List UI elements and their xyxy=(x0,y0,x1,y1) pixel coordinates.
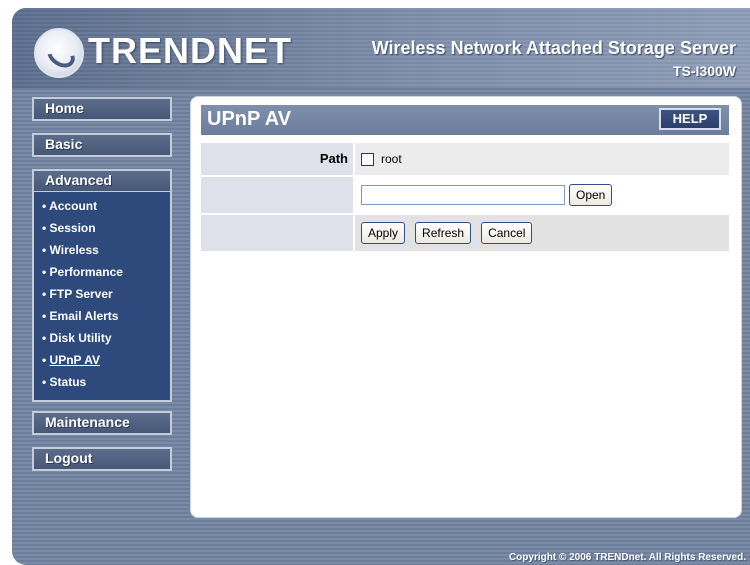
sidebar-item-ftp-server[interactable]: • FTP Server xyxy=(34,283,170,305)
header-banner: TRENDNET Wireless Network Attached Stora… xyxy=(12,8,750,88)
refresh-button[interactable]: Refresh xyxy=(415,222,472,244)
bullet-icon: • xyxy=(42,221,50,235)
sidebar-item-session[interactable]: • Session xyxy=(34,217,170,239)
product-title: Wireless Network Attached Storage Server xyxy=(371,38,736,58)
advanced-submenu-list: • Account • Session • Wireless • Performanc… xyxy=(34,192,170,393)
bullet-icon: • xyxy=(42,375,50,389)
cancel-button[interactable]: Cancel xyxy=(481,222,533,244)
sidebar-item-status[interactable]: • Status xyxy=(34,371,170,393)
sidebar-item-label: Disk Utility xyxy=(49,331,112,345)
nav-basic-button[interactable]: Basic xyxy=(32,133,172,157)
sidebar-item-upnp-av[interactable]: • UPnP AV xyxy=(34,349,170,371)
upnp-form: Path root Open Apply Refresh Cancel xyxy=(201,143,729,251)
action-buttons-cell: Apply Refresh Cancel xyxy=(355,215,729,251)
action-row: Apply Refresh Cancel xyxy=(201,213,729,251)
path-row: Path root xyxy=(201,143,729,175)
sidebar-item-account[interactable]: • Account xyxy=(34,195,170,217)
help-button[interactable]: HELP xyxy=(659,108,721,130)
trendnet-logo-icon xyxy=(34,28,84,78)
action-label-cell xyxy=(201,215,355,251)
app-frame: TRENDNET Wireless Network Attached Stora… xyxy=(12,8,750,565)
sidebar-item-label: Account xyxy=(49,199,98,213)
path-input-label-cell xyxy=(201,177,355,213)
nav-logout-button[interactable]: Logout xyxy=(32,447,172,471)
product-model: TS-I300W xyxy=(672,63,736,79)
sidebar-item-label: Performance xyxy=(49,265,123,279)
root-checkbox-label: root xyxy=(381,152,402,166)
apply-button[interactable]: Apply xyxy=(361,222,406,244)
bullet-icon: • xyxy=(42,353,50,367)
sidebar-item-label: Session xyxy=(49,221,96,235)
sidebar-item-performance[interactable]: • Performance xyxy=(34,261,170,283)
path-input[interactable] xyxy=(361,185,565,205)
sidebar-item-label: FTP Server xyxy=(49,287,113,301)
sidebar-item-label: Wireless xyxy=(49,243,99,257)
nav-home-button[interactable]: Home xyxy=(32,97,172,121)
footer-copyright: Copyright © 2006 TRENDnet. All Rights Re… xyxy=(508,552,746,563)
advanced-submenu: • Account • Session • Wireless • Performanc… xyxy=(32,192,172,402)
sidebar-item-label: Status xyxy=(49,375,87,389)
page-title: UPnP AV xyxy=(207,108,292,130)
bullet-icon: • xyxy=(42,287,50,301)
sidebar-item-disk-utility[interactable]: • Disk Utility xyxy=(34,327,170,349)
nav-advanced-button[interactable]: Advanced xyxy=(32,169,172,193)
path-label: Path xyxy=(201,143,355,175)
sidebar-item-label: UPnP AV xyxy=(49,353,101,367)
bullet-icon: • xyxy=(42,243,50,257)
path-root-cell: root xyxy=(355,143,729,175)
path-input-row: Open xyxy=(201,175,729,213)
root-checkbox[interactable] xyxy=(361,152,374,166)
content-panel: UPnP AV HELP Path root Open Apply Refres… xyxy=(190,96,742,518)
bullet-icon: • xyxy=(42,331,50,345)
sidebar-item-wireless[interactable]: • Wireless xyxy=(34,239,170,261)
open-button[interactable]: Open xyxy=(569,184,613,206)
sidebar-item-email-alerts[interactable]: • Email Alerts xyxy=(34,305,170,327)
bullet-icon: • xyxy=(42,265,50,279)
sidebar-item-label: Email Alerts xyxy=(49,309,119,323)
content-title-bar: UPnP AV HELP xyxy=(201,105,729,135)
nav-maintenance-button[interactable]: Maintenance xyxy=(32,411,172,435)
path-input-cell: Open xyxy=(355,177,729,213)
bullet-icon: • xyxy=(42,309,50,323)
logo-text: TRENDNET xyxy=(88,30,292,71)
